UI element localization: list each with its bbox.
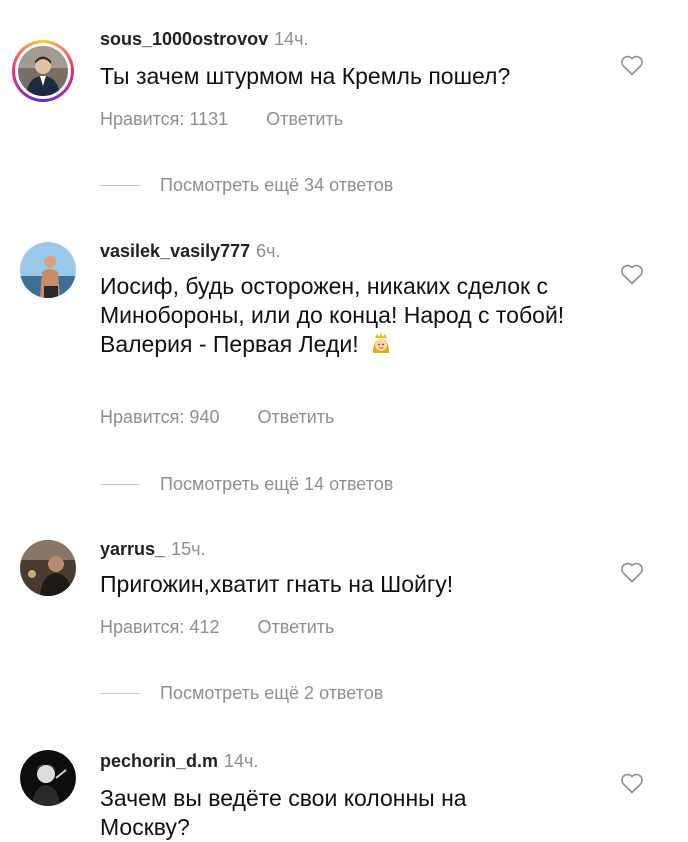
- reply-button[interactable]: Ответить: [266, 109, 343, 129]
- reply-button[interactable]: Ответить: [257, 617, 334, 637]
- username[interactable]: sous_1000ostrovov: [100, 29, 268, 49]
- view-replies-button[interactable]: Посмотреть ещё 2 ответов: [100, 683, 383, 704]
- timestamp: 15ч.: [171, 539, 206, 559]
- likes-count[interactable]: Нравится: 412: [100, 617, 219, 637]
- avatar[interactable]: [20, 750, 76, 806]
- divider: [100, 693, 140, 694]
- heart-outline-icon[interactable]: [620, 54, 644, 76]
- view-replies-button[interactable]: Посмотреть ещё 34 ответов: [100, 175, 393, 196]
- heart-outline-icon[interactable]: [620, 561, 644, 583]
- comment-header: sous_1000ostrovov 14ч.: [100, 28, 309, 51]
- comment-text: Пригожин,хватит гнать на Шойгу!: [100, 571, 454, 597]
- likes-count[interactable]: Нравится: 1131: [100, 109, 228, 129]
- comment-text: Ты зачем штурмом на Кремль пошел?: [100, 63, 511, 89]
- comment-body: Иосиф, будь осторожен, никаких сделок с …: [100, 273, 565, 357]
- view-replies-label: Посмотреть ещё 34 ответов: [160, 175, 394, 195]
- avatar[interactable]: [20, 540, 76, 596]
- comment-header: pechorin_d.m 14ч.: [100, 750, 258, 773]
- view-replies-button[interactable]: Посмотреть ещё 14 ответов: [100, 474, 393, 495]
- comment-actions: Нравится: 412 Ответить: [100, 617, 334, 638]
- heart-outline-icon[interactable]: [620, 772, 644, 794]
- username[interactable]: pechorin_d.m: [100, 751, 218, 771]
- avatar[interactable]: [12, 40, 74, 102]
- divider: [100, 185, 140, 186]
- reply-button[interactable]: Ответить: [257, 407, 334, 427]
- comment-header: vasilek_vasily777 6ч.: [100, 240, 281, 263]
- comment-actions: Нравится: 1131 Ответить: [100, 109, 343, 130]
- comment-actions: Нравится: 940 Ответить: [100, 407, 334, 428]
- divider: [100, 484, 140, 485]
- comment-text: Иосиф, будь осторожен, никаких сделок с …: [100, 272, 570, 359]
- view-replies-label: Посмотреть ещё 2 ответов: [160, 683, 384, 703]
- timestamp: 14ч.: [224, 751, 259, 771]
- view-replies-label: Посмотреть ещё 14 ответов: [160, 474, 394, 494]
- comment-text: Зачем вы ведёте свои колонны на Москву?: [100, 785, 467, 840]
- likes-count[interactable]: Нравится: 940: [100, 407, 219, 427]
- timestamp: 14ч.: [274, 29, 309, 49]
- username[interactable]: vasilek_vasily777: [100, 241, 250, 261]
- username[interactable]: yarrus_: [100, 539, 165, 559]
- heart-outline-icon[interactable]: [620, 263, 644, 285]
- timestamp: 6ч.: [256, 241, 281, 261]
- princess-emoji: [373, 333, 390, 353]
- avatar[interactable]: [20, 242, 76, 298]
- comment-header: yarrus_ 15ч.: [100, 538, 205, 561]
